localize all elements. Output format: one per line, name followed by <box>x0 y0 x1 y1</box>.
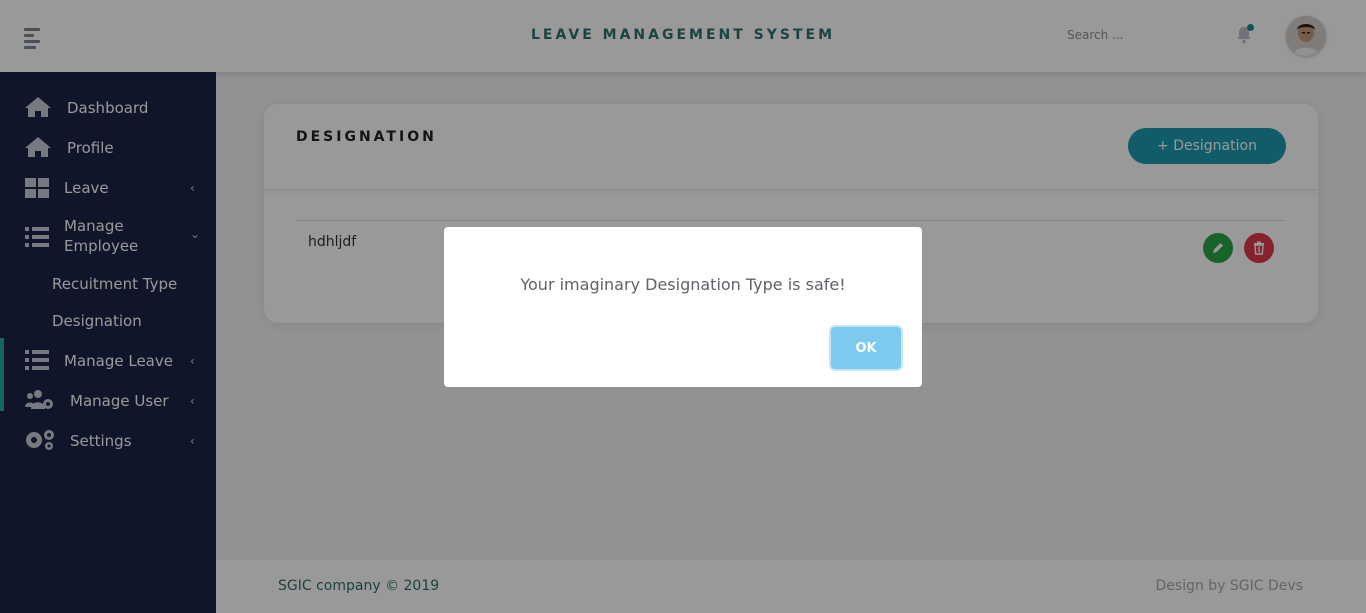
alert-message: Your imaginary Designation Type is safe! <box>520 275 846 294</box>
ok-button[interactable]: OK <box>831 327 901 369</box>
alert-dialog: Your imaginary Designation Type is safe!… <box>444 227 922 387</box>
